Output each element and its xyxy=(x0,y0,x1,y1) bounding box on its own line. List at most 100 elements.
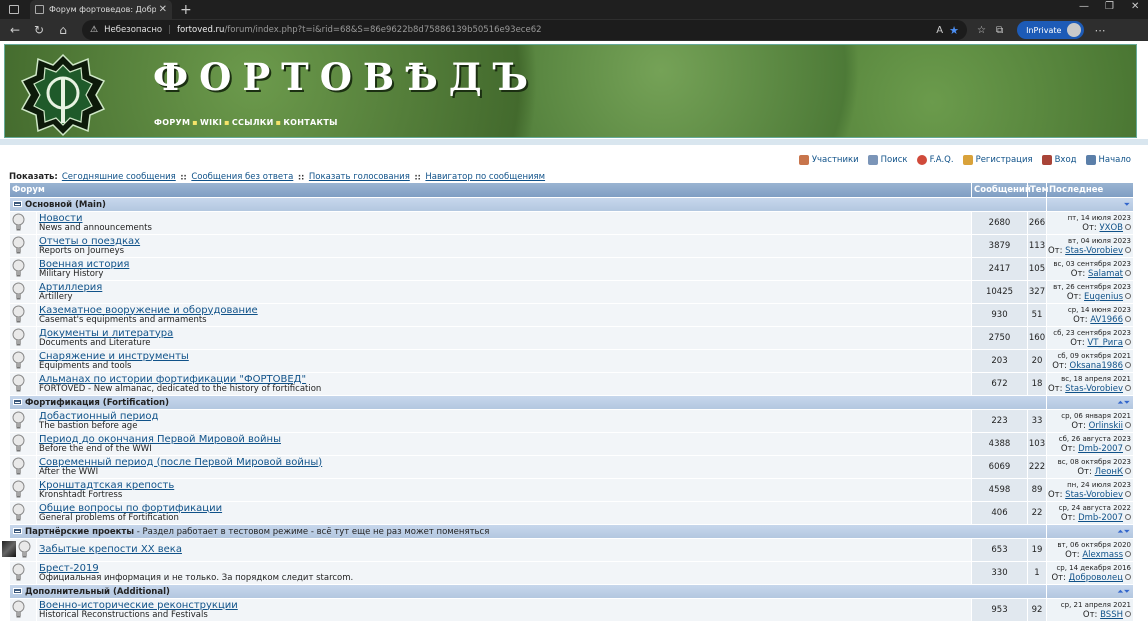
maximize-icon[interactable]: ❐ xyxy=(1105,1,1114,12)
home-link[interactable]: Начало xyxy=(1085,155,1131,165)
url-field[interactable]: ⚠ Небезопасно | fortoved.ru /forum/index… xyxy=(82,20,967,40)
go-to-last-post-icon[interactable] xyxy=(1125,270,1131,276)
last-post-user-link[interactable]: Oksana1986 xyxy=(1070,361,1123,371)
last-post-user-link[interactable]: AV1966 xyxy=(1090,315,1123,325)
read-aloud-icon[interactable]: A xyxy=(936,25,943,36)
forum-posts-count: 4598 xyxy=(972,479,1027,501)
browser-tabbar: Форум фортоведов: Добро пож... ✕ + — ❐ ✕ xyxy=(0,0,1148,19)
collapse-icon[interactable] xyxy=(13,200,22,207)
more-menu-icon[interactable]: ⋯ xyxy=(1094,24,1105,37)
forum-info-cell: Брест-2019 Официальная информация и не то… xyxy=(37,562,971,584)
new-tab-icon[interactable]: + xyxy=(180,3,192,17)
minimize-icon[interactable]: — xyxy=(1079,1,1089,12)
login-link[interactable]: Вход xyxy=(1041,155,1077,165)
last-post-from-label: От: xyxy=(1047,384,1066,394)
category-name[interactable]: Дополнительный (Additional) xyxy=(25,587,170,597)
nav-forum[interactable]: ФОРУМ xyxy=(154,118,190,127)
last-post-user-link[interactable]: Stas-Vorobiev xyxy=(1065,490,1123,500)
collapse-icon[interactable] xyxy=(13,587,22,594)
last-post-user-link[interactable]: Stas-Vorobiev xyxy=(1065,384,1123,394)
nav-links[interactable]: ССЫЛКИ xyxy=(232,118,274,127)
last-post-from-label: От: xyxy=(1052,361,1070,371)
forum-status-cell xyxy=(10,562,36,584)
register-link[interactable]: Регистрация xyxy=(962,155,1033,165)
polls-link[interactable]: Показать голосования xyxy=(309,172,410,182)
faq-link[interactable]: F.A.Q. xyxy=(916,155,954,165)
last-post-user-link[interactable]: Alexmass xyxy=(1082,550,1123,560)
go-to-last-post-icon[interactable] xyxy=(1125,385,1131,391)
unanswered-link[interactable]: Сообщения без ответа xyxy=(191,172,293,182)
forum-description: After the WWI xyxy=(39,466,99,477)
go-to-last-post-icon[interactable] xyxy=(1125,514,1131,520)
go-to-last-post-icon[interactable] xyxy=(1125,339,1131,345)
last-post-user-link[interactable]: Dmb-2007 xyxy=(1078,513,1123,523)
category-name[interactable]: Основной (Main) xyxy=(25,200,106,210)
browser-tab[interactable]: Форум фортоведов: Добро пож... ✕ xyxy=(30,0,172,19)
forum-status-cell xyxy=(10,599,36,621)
go-to-last-post-icon[interactable] xyxy=(1125,224,1131,230)
forum-row: Современный период (после Первой Мировой… xyxy=(10,456,1133,478)
back-icon[interactable]: ← xyxy=(6,23,24,37)
last-post-user-link[interactable]: Salamat xyxy=(1088,269,1123,279)
collections-icon[interactable]: ⧉ xyxy=(996,25,1003,36)
address-bar-row: ← ↻ ⌂ ⚠ Небезопасно | fortoved.ru /forum… xyxy=(0,19,1148,41)
go-to-last-post-icon[interactable] xyxy=(1125,362,1131,368)
last-post-user-link[interactable]: ЛеонК xyxy=(1095,467,1123,477)
category-name[interactable]: Фортификация (Fortification) xyxy=(25,398,169,408)
last-post-user-link[interactable]: Stas-Vorobiev xyxy=(1065,246,1123,256)
todays-posts-link[interactable]: Сегодняшние сообщения xyxy=(62,172,176,182)
page-viewport: ФОРТОВѢДЪ ФОРУМ ▪ WIKI ▪ ССЫЛКИ ▪ КОНТАКТЫ Уча… xyxy=(0,41,1148,634)
category-name[interactable]: Партнёрские проекты xyxy=(25,527,134,537)
last-post-user-link[interactable]: УХОВ xyxy=(1099,223,1123,233)
go-to-last-post-icon[interactable] xyxy=(1125,611,1131,617)
forum-status-icon xyxy=(10,599,36,621)
nav-dot: ▪ xyxy=(224,118,230,127)
last-post-date: сб, 09 октября 2021 xyxy=(1057,352,1131,360)
message-navigator-link[interactable]: Навигатор по сообщениям xyxy=(425,172,545,182)
last-post-user-link[interactable]: Eugenius xyxy=(1084,292,1123,302)
go-to-last-post-icon[interactable] xyxy=(1125,551,1131,557)
nav-wiki[interactable]: WIKI xyxy=(200,118,222,127)
forum-posts-count: 330 xyxy=(972,562,1027,584)
forum-last-post-cell: ср, 21 апреля 2021 От: BSSH xyxy=(1047,599,1133,621)
favorites-icon[interactable]: ☆ xyxy=(977,25,986,36)
go-to-last-post-icon[interactable] xyxy=(1125,468,1131,474)
home-icon[interactable]: ⌂ xyxy=(54,23,72,37)
tab-close-icon[interactable]: ✕ xyxy=(159,4,167,15)
move-down-icon[interactable]: ⏷ xyxy=(1124,398,1130,407)
go-to-last-post-icon[interactable] xyxy=(1125,316,1131,322)
profile-avatar xyxy=(1067,23,1082,37)
go-to-last-post-icon[interactable] xyxy=(1125,293,1131,299)
tab-actions-icon[interactable] xyxy=(9,5,19,14)
inprivate-badge[interactable]: InPrivate xyxy=(1017,21,1085,39)
last-post-user-link[interactable]: Dmb-2007 xyxy=(1078,444,1123,454)
go-to-last-post-icon[interactable] xyxy=(1125,574,1131,580)
forum-title-link[interactable]: Забытые крепости XX века xyxy=(39,544,182,555)
window-close-icon[interactable]: ✕ xyxy=(1131,1,1139,12)
collapse-icon[interactable] xyxy=(13,527,22,534)
forum-status-cell xyxy=(10,258,36,280)
move-down-icon[interactable]: ⏷ xyxy=(1124,200,1130,209)
forum-status-icon xyxy=(10,212,36,234)
search-link[interactable]: Поиск xyxy=(867,155,908,165)
site-logo-icon[interactable] xyxy=(18,53,108,137)
forum-posts-count: 10425 xyxy=(972,281,1027,303)
favorite-star-icon[interactable]: ★ xyxy=(949,24,959,37)
go-to-last-post-icon[interactable] xyxy=(1125,445,1131,451)
forum-posts-count: 2680 xyxy=(972,212,1027,234)
go-to-last-post-icon[interactable] xyxy=(1125,491,1131,497)
members-link[interactable]: Участники xyxy=(798,155,859,165)
last-post-user-link[interactable]: VT_Рига xyxy=(1087,338,1123,348)
last-post-user-link[interactable]: Доброволец xyxy=(1069,573,1123,583)
move-down-icon[interactable]: ⏷ xyxy=(1124,527,1130,536)
nav-contacts[interactable]: КОНТАКТЫ xyxy=(283,118,337,127)
go-to-last-post-icon[interactable] xyxy=(1125,247,1131,253)
login-label: Вход xyxy=(1054,155,1077,165)
last-post-from-label: От: xyxy=(1060,444,1079,454)
collapse-icon[interactable] xyxy=(13,398,22,405)
go-to-last-post-icon[interactable] xyxy=(1125,422,1131,428)
move-down-icon[interactable]: ⏷ xyxy=(1124,587,1130,596)
last-post-user-link[interactable]: Orlinskii xyxy=(1089,421,1123,431)
reload-icon[interactable]: ↻ xyxy=(30,23,48,37)
last-post-user-link[interactable]: BSSH xyxy=(1100,610,1123,620)
